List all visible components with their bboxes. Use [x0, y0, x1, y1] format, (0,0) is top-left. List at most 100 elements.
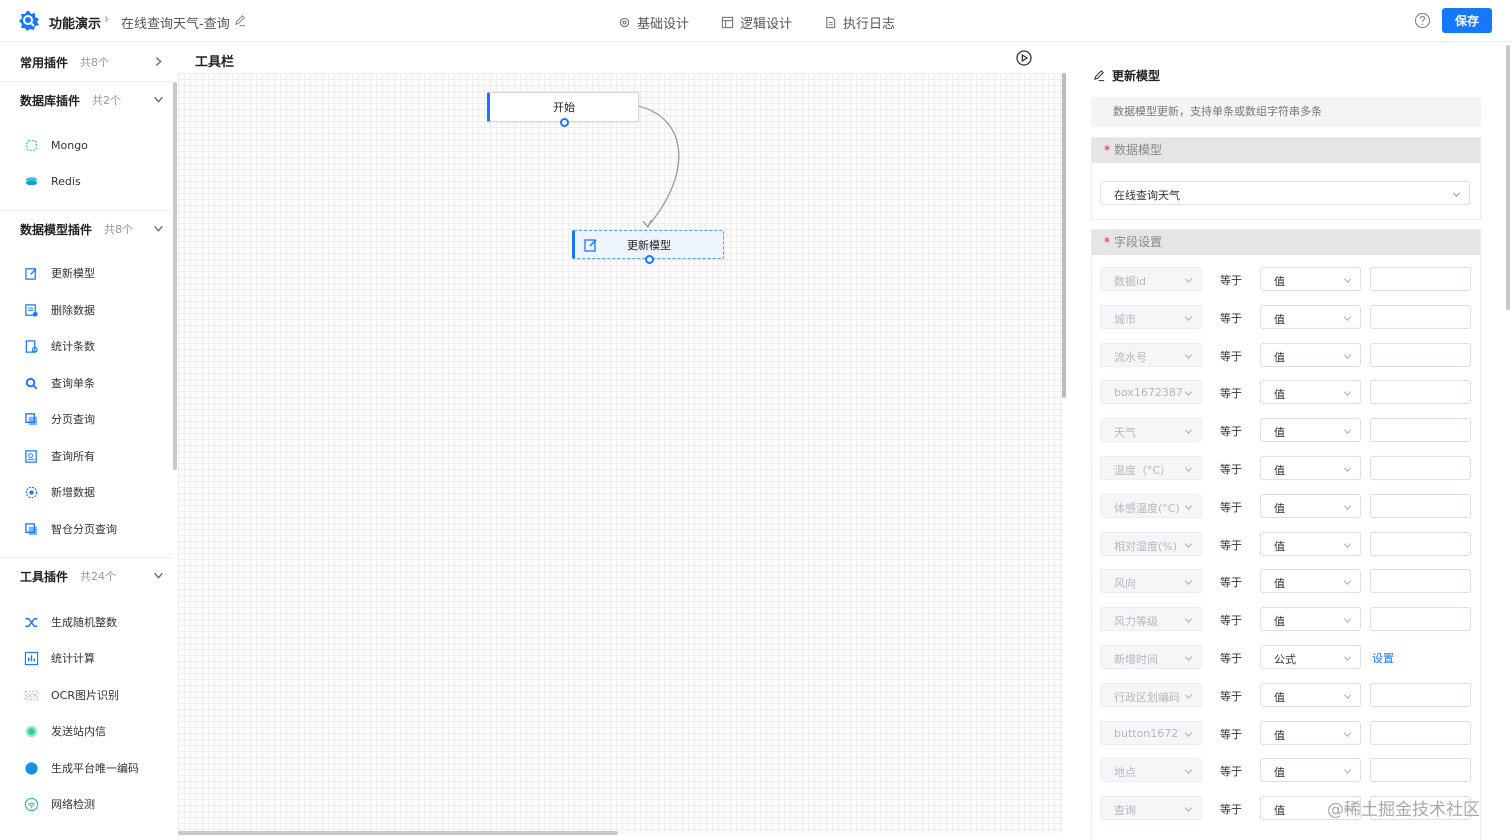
canvas-v-scrollbar[interactable] [1062, 73, 1066, 398]
operator-label: 等于 [1220, 463, 1242, 476]
value-mode-select[interactable]: 值 [1260, 342, 1361, 367]
value-mode-select[interactable]: 值 [1260, 569, 1361, 594]
value-mode-select[interactable]: 值 [1260, 682, 1361, 707]
plugin-item-count[interactable]: 统计条数 [24, 334, 164, 358]
plugin-group-database[interactable]: 数据库插件 共2个 [0, 82, 172, 118]
tab-logic-design[interactable]: 逻辑设计 [721, 13, 792, 32]
value-input[interactable] [1370, 267, 1471, 291]
plugin-item-random-int[interactable]: 生成随机整数 [24, 610, 164, 634]
chevron-down-icon [1343, 467, 1352, 473]
operator-label: 等于 [1220, 689, 1242, 703]
value-mode-select[interactable]: 值 [1260, 456, 1361, 480]
value-input[interactable] [1370, 569, 1471, 594]
value-input[interactable] [1370, 380, 1471, 405]
operator-label: 等于 [1220, 765, 1242, 779]
value-input[interactable] [1370, 418, 1471, 443]
help-icon[interactable] [1414, 12, 1431, 29]
tab-basic-design[interactable]: 基础设计 [618, 13, 689, 32]
operator-label: 等于 [1220, 500, 1242, 514]
chevron-down-icon [1343, 656, 1352, 662]
operator-label: 等于 [1220, 803, 1242, 817]
chevron-down-icon [1184, 467, 1193, 473]
field-name-select: 天气 [1100, 418, 1202, 443]
chevron-down-icon [1343, 731, 1352, 737]
value-input[interactable] [1370, 493, 1471, 518]
plugin-group-tools[interactable]: 工具插件 共24个 [0, 558, 172, 594]
value-mode-select[interactable]: 值 [1260, 418, 1361, 443]
field-row: 流水号 等于 值 [1100, 342, 1472, 369]
breadcrumb-separator: › [104, 12, 110, 27]
plugin-item-ocr[interactable]: OCR OCR图片识别 [24, 683, 164, 707]
plugin-group-common[interactable]: 常用插件 共8个 [0, 44, 172, 80]
play-icon[interactable] [1016, 50, 1032, 66]
group-title: 数据库插件 [20, 93, 81, 108]
canvas-grid[interactable] [178, 73, 1063, 833]
operator-label: 等于 [1220, 274, 1242, 287]
message-icon [25, 725, 38, 737]
chevron-down-icon [1343, 618, 1352, 624]
toolbar-title: 工具栏 [195, 55, 235, 70]
tab-label: 基础设计 [637, 17, 690, 32]
field-name-select: box1672387 [1100, 380, 1202, 405]
chevron-down-icon [1184, 694, 1193, 699]
canvas-h-scrollbar[interactable] [178, 831, 618, 835]
plugin-item-mongo[interactable]: Mongo [24, 133, 164, 157]
tab-execution-log[interactable]: 执行日志 [824, 13, 895, 32]
field-row: 风向 等于 值 [1100, 569, 1472, 595]
plugin-item-delete-data[interactable]: 删除数据 [24, 298, 164, 322]
chevron-down-icon [1452, 192, 1461, 198]
value-input[interactable] [1370, 304, 1471, 329]
value-input[interactable] [1370, 531, 1471, 556]
save-button[interactable]: 保存 [1442, 8, 1492, 33]
plugin-item-statistics[interactable]: 统计计算 [24, 646, 164, 670]
ocr-icon: OCR [24, 690, 39, 700]
sidebar-scrollbar[interactable] [173, 82, 177, 470]
section-header: * 字段设置 [1092, 230, 1480, 255]
plugin-item-network-check[interactable]: 网络检测 [24, 792, 164, 816]
plugin-item-query-all[interactable]: 查询所有 [24, 444, 164, 468]
value-mode-select[interactable]: 值 [1260, 267, 1361, 291]
formula-settings-link[interactable]: 设置 [1372, 650, 1394, 666]
tab-label: 执行日志 [843, 17, 896, 32]
node-output-port[interactable] [645, 255, 654, 264]
value-input[interactable] [1370, 682, 1471, 707]
value-input[interactable] [1370, 342, 1471, 367]
plugin-item-add-data[interactable]: 新增数据 [24, 480, 164, 504]
add-data-icon [25, 486, 38, 498]
plugin-item-page-query[interactable]: 分页查询 [24, 407, 164, 431]
operator-label: 等于 [1220, 311, 1242, 325]
plugin-item-send-message[interactable]: 发送站内信 [24, 719, 164, 743]
panel-scrollbar[interactable] [1506, 45, 1510, 310]
value-mode-select[interactable]: 值 [1260, 758, 1361, 783]
plugin-item-redis[interactable]: Redis [24, 169, 164, 193]
plugin-item-unique-code[interactable]: 生成平台唯一编码 [24, 756, 164, 780]
panel-description: 数据模型更新，支持单条或数组字符串多条 [1091, 97, 1481, 127]
layout-icon [721, 16, 734, 29]
value-mode-select[interactable]: 值 [1260, 493, 1361, 518]
group-count: 共24个 [80, 570, 117, 583]
chevron-down-icon [1343, 694, 1352, 699]
value-input[interactable] [1370, 758, 1471, 783]
value-mode-select[interactable]: 公式 [1260, 645, 1361, 669]
chevron-down-icon [154, 572, 163, 579]
value-input[interactable] [1370, 456, 1471, 480]
node-output-port[interactable] [560, 118, 569, 127]
plugin-group-data-model[interactable]: 数据模型插件 共8个 [0, 211, 172, 247]
chevron-down-icon [1184, 618, 1193, 624]
plugin-item-smart-page-query[interactable]: 智仓分页查询 [24, 517, 164, 541]
value-mode-select[interactable]: 值 [1260, 531, 1361, 556]
value-mode-select[interactable]: 值 [1260, 607, 1361, 632]
edit-title-icon[interactable] [234, 14, 247, 27]
value-mode-select[interactable]: 值 [1260, 380, 1361, 405]
value-input[interactable] [1370, 607, 1471, 632]
pages-icon [25, 522, 38, 535]
field-row: 地点 等于 值 [1100, 758, 1472, 784]
value-mode-select[interactable]: 值 [1260, 304, 1361, 329]
data-model-select[interactable]: 在线查询天气 [1100, 181, 1470, 205]
plugin-item-update-model[interactable]: 更新模型 [24, 261, 164, 285]
app-title[interactable]: 功能演示 [49, 13, 101, 32]
document-icon [826, 16, 836, 29]
plugin-item-query-single[interactable]: 查询单条 [24, 371, 164, 395]
value-input[interactable] [1370, 720, 1471, 745]
value-mode-select[interactable]: 值 [1260, 720, 1361, 745]
